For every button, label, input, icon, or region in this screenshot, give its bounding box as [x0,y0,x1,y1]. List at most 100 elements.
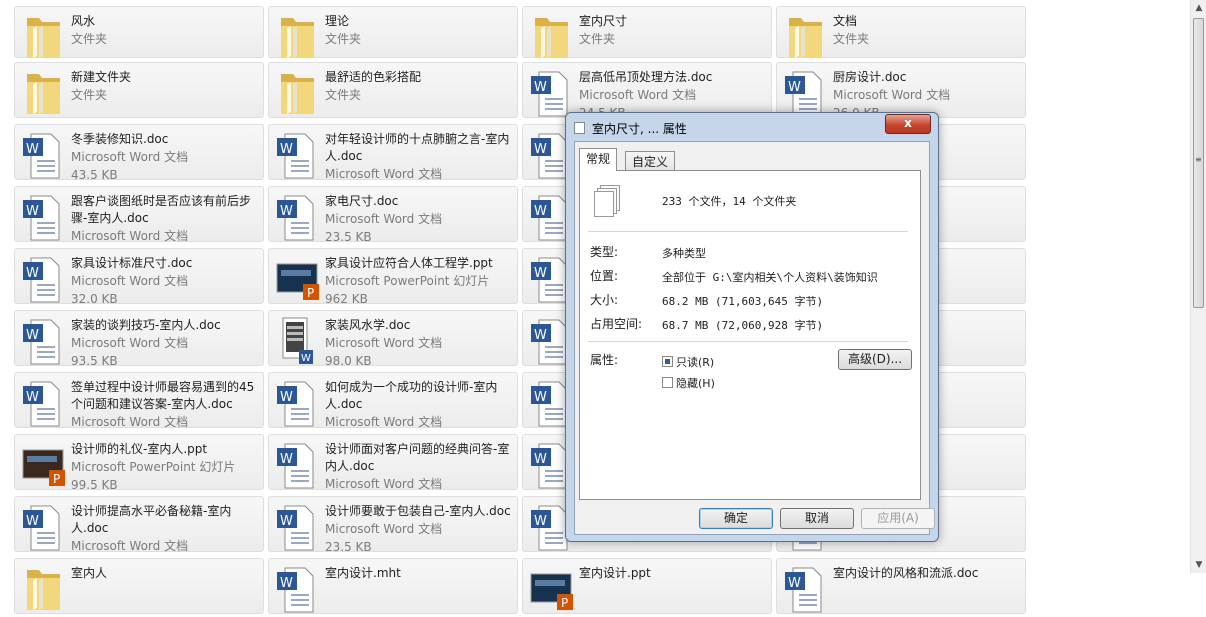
file-name: 新建文件夹 [71,70,132,84]
file-size: 98.0 KB [325,354,372,368]
close-button[interactable]: x [885,114,931,134]
ok-button[interactable]: 确定 [699,508,773,529]
dialog-titlebar[interactable]: 室内尺寸, ... 属性 x [566,113,938,141]
svg-text:W: W [301,353,311,364]
apply-button[interactable]: 应用(A) [861,508,935,529]
folder-item[interactable]: 风水 文件夹 [14,6,264,58]
file-item[interactable]: P 室内设计.ppt [522,558,772,614]
tab-custom[interactable]: 自定义 [625,151,676,171]
file-name: 家装风水学.doc [325,318,411,332]
folder-icon [21,564,67,614]
folder-item[interactable]: 最舒适的色彩搭配 文件夹 [268,62,518,118]
file-name: 室内设计.mht [325,566,401,580]
cancel-button[interactable]: 取消 [780,508,854,529]
powerpoint-file-icon: P [21,440,67,490]
scroll-down-arrow-icon[interactable]: ▼ [1191,557,1206,573]
folder-item[interactable]: 文档 文件夹 [776,6,1026,58]
svg-text:P: P [53,472,60,486]
tab-general[interactable]: 常规 [579,148,618,171]
file-type: Microsoft Word 文档 [71,150,189,164]
word-document-icon: W [21,192,67,242]
file-item[interactable]: W 设计师面对客户问题的经典问答-室内人.doc Microsoft Word 文档 [268,434,518,491]
svg-text:W: W [26,514,39,529]
svg-text:W: W [280,514,293,529]
file-type: 文件夹 [71,32,108,46]
file-type: Microsoft Word 文档 [71,336,189,350]
file-name: 对年轻设计师的十点肺腑之言-室内人.doc [325,132,510,163]
file-name: 家具设计应符合人体工程学.ppt [325,256,493,270]
file-item[interactable]: W 设计师提高水平必备秘籍-室内人.doc Microsoft Word 文档 [14,496,264,553]
location-value: 全部位于 G:\室内相关\个人资料\装饰知识 [662,271,878,284]
file-item[interactable]: W 室内设计.mht [268,558,518,614]
file-type: Microsoft PowerPoint 幻灯片 [71,460,236,474]
general-panel: 233 个文件，14 个文件夹 类型: 多种类型 位置: 全部位于 G:\室内相… [579,170,921,500]
svg-text:W: W [26,142,39,157]
file-item[interactable]: P 家具设计应符合人体工程学.ppt Microsoft PowerPoint 幻灯… [268,248,518,306]
file-size: 23.5 KB [325,230,372,244]
file-type: Microsoft Word 文档 [325,212,443,226]
svg-text:W: W [534,390,547,405]
checkbox-box[interactable] [662,356,673,367]
checkbox-box[interactable] [662,377,673,388]
file-item[interactable]: W 如何成为一个成功的设计师-室内人.doc Microsoft Word 文档 [268,372,518,429]
dialog-title: 室内尺寸, ... 属性 [592,122,687,136]
file-item[interactable]: W 冬季装修知识.doc Microsoft Word 文档 43.5 KB [14,124,264,182]
readonly-checkbox[interactable]: 只读(R) [662,354,714,370]
file-item[interactable]: W 设计师要敢于包装自己-室内人.doc Microsoft Word 文档 23.5… [268,496,518,554]
file-name: 风水 [71,14,96,28]
word-document-icon: W [21,502,67,552]
file-type: 文件夹 [325,32,362,46]
word-document-icon: W [21,378,67,428]
file-type: Microsoft Word 文档 [71,415,189,429]
file-item[interactable]: W 对年轻设计师的十点肺腑之言-室内人.doc Microsoft Word 文档 [268,124,518,181]
svg-text:W: W [280,204,293,219]
powerpoint-file-icon: P [529,564,575,614]
file-type: 文件夹 [579,32,616,46]
file-name: 如何成为一个成功的设计师-室内人.doc [325,380,498,411]
svg-text:W: W [280,390,293,405]
folder-item[interactable]: 新建文件夹 文件夹 [14,62,264,118]
file-item[interactable]: W层高低吊顶处理方法.docMicrosoft Word 文档24.5 KB [522,62,772,120]
file-item[interactable]: W 家装风水学.doc Microsoft Word 文档 98.0 KB [268,310,518,368]
svg-text:W: W [788,80,801,95]
file-type: Microsoft Word 文档 [71,229,189,243]
word-document-icon: W [529,68,575,118]
attributes-label: 属性: [590,353,619,367]
file-item[interactable]: W 跟客户谈图纸时是否应该有前后步骤-室内人.doc Microsoft Word … [14,186,264,243]
svg-text:W: W [534,328,547,343]
dialog-body: 常规 自定义 233 个文件，14 个文件夹 类型: 多种类型 位置: 全部位于… [574,141,935,535]
svg-text:W: W [280,576,293,591]
file-name: 厨房设计.doc [833,70,907,84]
svg-text:W: W [534,80,547,95]
file-item[interactable]: W厨房设计.docMicrosoft Word 文档26.0 KB [776,62,1026,120]
file-item[interactable]: W 家电尺寸.doc Microsoft Word 文档 23.5 KB [268,186,518,244]
hidden-checkbox[interactable]: 隐藏(H) [662,375,715,391]
folder-icon [275,12,321,62]
word-document-icon: W [21,316,67,366]
folder-item[interactable]: 室内人 [14,558,264,614]
file-item[interactable]: W 签单过程中设计师最容易遇到的45个问题和建议答案-室内人.doc Microso… [14,372,264,429]
folder-item[interactable]: 室内尺寸 文件夹 [522,6,772,58]
file-size: 32.0 KB [71,292,118,306]
svg-text:W: W [788,576,801,591]
svg-text:W: W [534,266,547,281]
vertical-scrollbar[interactable]: ▲ ≡ ▼ [1190,0,1206,573]
folder-icon [529,12,575,62]
file-name: 设计师提高水平必备秘籍-室内人.doc [71,504,232,535]
disk-size-value: 68.7 MB (72,060,928 字节) [662,319,824,332]
file-size: 93.5 KB [71,354,118,368]
file-item[interactable]: W 室内设计的风格和流派.doc [776,558,1026,614]
word-document-icon: W [21,130,67,180]
file-item[interactable]: W 家具设计标准尺寸.doc Microsoft Word 文档 32.0 KB [14,248,264,306]
word-document-icon: W [275,440,321,490]
file-item[interactable]: W 家装的谈判技巧-室内人.doc Microsoft Word 文档 93.5 KB [14,310,264,368]
grip-icon: ≡ [1195,155,1202,164]
folder-properties-icon [574,122,585,134]
svg-text:W: W [26,204,39,219]
file-type: Microsoft Word 文档 [71,539,189,553]
advanced-button[interactable]: 高级(D)... [838,349,912,370]
folder-item[interactable]: 理论 文件夹 [268,6,518,58]
scroll-up-arrow-icon[interactable]: ▲ [1191,0,1206,16]
file-item[interactable]: P 设计师的礼仪-室内人.ppt Microsoft PowerPoint 幻灯片 9… [14,434,264,492]
separator [588,341,908,342]
